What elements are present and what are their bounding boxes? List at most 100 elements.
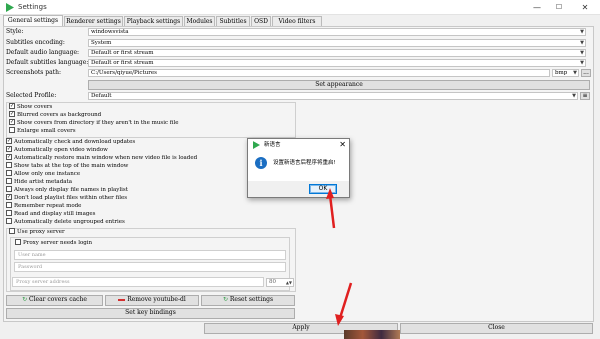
checkbox-box: ✓ <box>9 118 15 125</box>
checkbox-show-covers[interactable]: ✓ Show covers <box>9 102 53 111</box>
profile-combo[interactable]: Default ▼ <box>88 92 578 100</box>
subtitles-encoding-combo[interactable]: System ▼ <box>88 39 586 47</box>
checkbox-covers-from-directory[interactable]: ✓ Show covers from directory if they aren… <box>9 118 178 127</box>
tab-osd[interactable]: OSD <box>251 16 271 26</box>
checkbox-box: ✓ <box>6 145 12 152</box>
screenshots-path-input[interactable]: C:/Users/qiyue/Pictures <box>88 69 550 77</box>
tab-renderer-settings[interactable]: Renderer settings <box>64 16 123 26</box>
checkbox-delete-ungrouped[interactable]: Automatically delete ungrouped entries <box>6 217 125 226</box>
checkbox-tabs-at-top[interactable]: Show tabs at the top of the main window <box>6 161 129 170</box>
checkbox-auto-restore-window[interactable]: ✓ Automatically restore main window when … <box>6 153 198 162</box>
reset-settings-button[interactable]: ↻ Reset settings <box>201 295 295 306</box>
audio-language-value: Default or first stream <box>91 50 154 56</box>
minimize-button[interactable]: — <box>530 2 544 13</box>
window-title: Settings <box>18 3 47 11</box>
checkbox-label: Allow only one instance <box>14 171 81 177</box>
checkbox-box: ✓ <box>6 153 12 160</box>
checkbox-label: Automatically check and download updates <box>14 139 136 145</box>
screenshots-path-label: Screenshots path: <box>6 69 61 76</box>
checkbox-file-names-only[interactable]: Always only display file names in playli… <box>6 185 128 194</box>
reset-icon: ↻ <box>222 296 230 303</box>
checkbox-auto-open-video[interactable]: ✓ Automatically open video window <box>6 145 108 154</box>
tab-video-filters[interactable]: Video filters <box>272 16 322 26</box>
checkbox-use-proxy[interactable]: Use proxy server <box>9 227 65 236</box>
profile-combo-value: Default <box>91 93 112 99</box>
screenshot-format-value: bmp <box>555 70 568 76</box>
checkbox-label: Automatically open video window <box>14 147 108 153</box>
remove-icon <box>118 298 126 301</box>
style-combo[interactable]: windowsvista ▼ <box>88 28 586 36</box>
profile-menu-button[interactable]: ≡ <box>580 92 590 100</box>
app-logo-icon <box>253 141 260 149</box>
chevron-down-icon: ▼ <box>580 50 584 56</box>
browse-path-button[interactable]: ... <box>581 69 591 77</box>
subtitles-language-combo[interactable]: Default or first stream ▼ <box>88 59 586 67</box>
checkbox-blurred-covers[interactable]: ✓ Blurred covers as background <box>9 110 101 119</box>
set-appearance-button[interactable]: Set appearance <box>88 80 590 90</box>
dialog-close-icon[interactable]: ✕ <box>339 139 346 150</box>
audio-language-combo[interactable]: Default or first stream ▼ <box>88 49 586 57</box>
clear-covers-cache-button[interactable]: ↻ Clear covers cache <box>6 295 103 306</box>
checkbox-box <box>6 201 12 208</box>
spin-arrows-icon: ▲▼ <box>285 280 292 285</box>
proxy-username-input[interactable]: User name <box>14 250 286 260</box>
checkbox-hide-artist[interactable]: Hide artist metadata <box>6 177 72 186</box>
checkbox-proxy-needs-login[interactable]: Proxy server needs login <box>15 238 93 247</box>
close-window-button[interactable]: ✕ <box>578 2 592 13</box>
chevron-down-icon: ▼ <box>580 40 584 46</box>
tab-general-settings[interactable]: General settings <box>3 15 63 26</box>
tab-subtitles[interactable]: Subtitles <box>216 16 250 26</box>
checkbox-auto-updates[interactable]: ✓ Automatically check and download update… <box>6 137 136 146</box>
style-combo-value: windowsvista <box>91 29 129 35</box>
checkbox-label: Use proxy server <box>17 229 65 235</box>
checkbox-label: Don't load playlist files within other f… <box>14 195 128 201</box>
checkbox-label: Read and display still images <box>14 211 96 217</box>
set-key-bindings-button[interactable]: Set key bindings <box>6 308 295 319</box>
checkbox-box <box>6 177 12 184</box>
app-logo-icon <box>6 3 14 12</box>
close-button[interactable]: Close <box>400 323 593 334</box>
checkbox-box: ✓ <box>9 102 15 109</box>
checkbox-label: Show tabs at the top of the main window <box>14 163 129 169</box>
clear-covers-cache-label: Clear covers cache <box>29 296 87 303</box>
chevron-down-icon: ▼ <box>580 29 584 35</box>
proxy-address-input[interactable]: Proxy server address <box>12 277 264 287</box>
subtitles-encoding-value: System <box>91 40 112 46</box>
tab-playback-settings[interactable]: Playback settings <box>124 16 183 26</box>
remove-youtube-dl-label: Remove youtube-dl <box>127 296 186 303</box>
checkbox-one-instance[interactable]: Allow only one instance <box>6 169 81 178</box>
checkbox-label: Proxy server needs login <box>23 240 93 246</box>
remove-youtube-dl-button[interactable]: Remove youtube-dl <box>105 295 199 306</box>
style-label: Style: <box>6 28 24 35</box>
checkbox-box: ✓ <box>9 110 15 117</box>
info-icon: i <box>255 157 267 169</box>
checkbox-remember-repeat[interactable]: Remember repeat mode <box>6 201 82 210</box>
maximize-button[interactable]: ☐ <box>552 2 566 13</box>
refresh-icon: ↻ <box>22 296 30 303</box>
reset-settings-label: Reset settings <box>229 296 274 303</box>
checkbox-label: Enlarge small covers <box>17 128 76 134</box>
audio-language-label: Default audio language: <box>6 49 80 56</box>
checkbox-enlarge-small-covers[interactable]: Enlarge small covers <box>9 126 76 135</box>
selected-profile-label: Selected Profile: <box>6 92 57 99</box>
dialog-title-bar: 新语言 ✕ <box>248 139 349 151</box>
title-bar: Settings — ☐ ✕ <box>0 0 600 15</box>
proxy-port-spinbox[interactable]: 80 ▲▼ <box>266 278 294 287</box>
checkbox-label: Hide artist metadata <box>14 179 72 185</box>
proxy-password-input[interactable]: Password <box>14 262 286 272</box>
checkbox-dont-load-playlists[interactable]: ✓ Don't load playlist files within other … <box>6 193 128 202</box>
tab-bar: General settings Renderer settings Playb… <box>3 15 593 26</box>
dialog-ok-button[interactable]: OK <box>309 184 337 194</box>
settings-window: Settings — ☐ ✕ General settings Renderer… <box>0 0 600 339</box>
checkbox-label: Automatically restore main window when n… <box>14 155 198 161</box>
checkbox-box: ✓ <box>6 193 12 200</box>
checkbox-label: Remember repeat mode <box>14 203 82 209</box>
screenshot-format-combo[interactable]: bmp ▼ <box>552 69 579 77</box>
dialog-button-bar: Apply Close <box>0 322 600 339</box>
chevron-down-icon: ▼ <box>580 60 584 66</box>
checkbox-still-images[interactable]: Read and display still images <box>6 209 96 218</box>
checkbox-box <box>6 169 12 176</box>
checkbox-label: Show covers <box>17 104 53 110</box>
checkbox-box: ✓ <box>6 137 12 144</box>
tab-modules[interactable]: Modules <box>184 16 215 26</box>
